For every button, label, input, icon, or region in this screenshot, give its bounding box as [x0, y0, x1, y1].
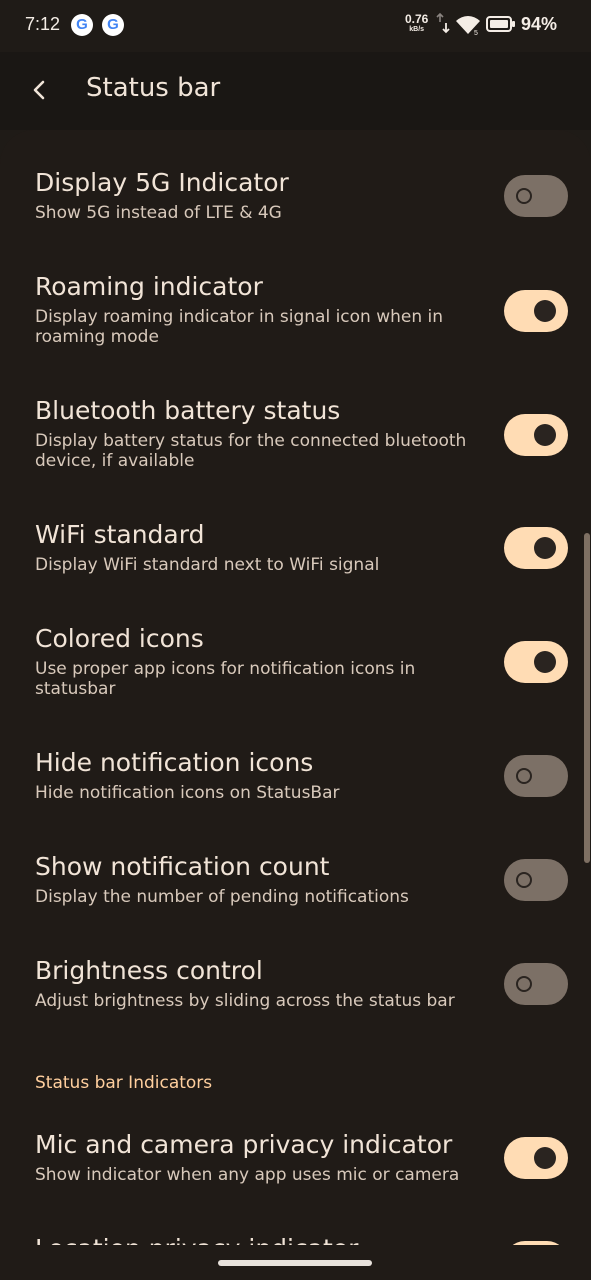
back-arrow-icon: [33, 80, 45, 100]
setting-mic-camera-privacy-indicator[interactable]: Mic and camera privacy indicator Show in…: [35, 1130, 591, 1200]
battery-icon: [486, 16, 515, 32]
setting-display-5g-indicator[interactable]: Display 5G Indicator Show 5G instead of …: [35, 168, 591, 238]
setting-title: WiFi standard: [35, 520, 205, 549]
wifi-standard-toggle[interactable]: [504, 527, 568, 569]
setting-title: Roaming indicator: [35, 272, 263, 301]
toggle-thumb: [534, 300, 556, 322]
hide-notification-icons-toggle[interactable]: [504, 755, 568, 797]
setting-title: Show notification count: [35, 852, 330, 881]
setting-roaming-indicator[interactable]: Roaming indicator Display roaming indica…: [35, 272, 591, 362]
brightness-control-toggle[interactable]: [504, 963, 568, 1005]
network-speed-value: 0.76: [405, 12, 429, 26]
setting-summary: Show indicator when any app uses mic or …: [35, 1165, 460, 1185]
setting-summary: Adjust brightness by sliding across the …: [35, 991, 455, 1011]
setting-summary: Display roaming indicator in signal icon…: [35, 307, 444, 347]
toggle-thumb: [534, 651, 556, 673]
toggle-thumb: [534, 537, 556, 559]
wifi-icon: 5: [456, 16, 480, 36]
colored-icons-toggle[interactable]: [504, 641, 568, 683]
mic-camera-privacy-toggle[interactable]: [504, 1137, 568, 1179]
display-5g-toggle[interactable]: [504, 175, 568, 217]
section-header-indicators: Status bar Indicators: [35, 1073, 213, 1093]
toggle-thumb: [534, 1147, 556, 1169]
setting-bluetooth-battery-status[interactable]: Bluetooth battery status Display battery…: [35, 396, 591, 486]
back-button[interactable]: [22, 72, 58, 108]
settings-list: Display 5G Indicator Show 5G instead of …: [0, 130, 591, 1280]
setting-title: Bluetooth battery status: [35, 396, 341, 425]
setting-summary: Use proper app icons for notification ic…: [35, 659, 416, 699]
toggle-thumb: [516, 188, 532, 204]
bluetooth-battery-toggle[interactable]: [504, 414, 568, 456]
setting-colored-icons[interactable]: Colored icons Use proper app icons for n…: [35, 624, 591, 714]
scrollbar[interactable]: [584, 533, 590, 863]
setting-brightness-control[interactable]: Brightness control Adjust brightness by …: [35, 956, 591, 1026]
setting-title: Hide notification icons: [35, 748, 314, 777]
setting-title: Mic and camera privacy indicator: [35, 1130, 453, 1159]
network-speed-unit: kB/s: [409, 26, 425, 33]
setting-title: Colored icons: [35, 624, 204, 653]
system-status-bar: 7:12 G G 0.76 kB/s 5 94%: [0, 0, 591, 52]
battery-percentage: 94%: [521, 14, 558, 34]
show-notification-count-toggle[interactable]: [504, 859, 568, 901]
google-notification-icon: G: [102, 14, 124, 36]
network-speed: 0.76 kB/s: [405, 13, 428, 33]
setting-summary: Display the number of pending notificati…: [35, 887, 409, 907]
toggle-thumb: [516, 768, 532, 784]
setting-wifi-standard[interactable]: WiFi standard Display WiFi standard next…: [35, 520, 591, 590]
svg-text:5: 5: [474, 30, 478, 36]
setting-summary: Show 5G instead of LTE & 4G: [35, 203, 282, 223]
setting-summary: Display WiFi standard next to WiFi signa…: [35, 555, 380, 575]
setting-summary: Hide notification icons on StatusBar: [35, 783, 340, 803]
toggle-thumb: [516, 976, 532, 992]
page-title: Status bar: [86, 73, 221, 103]
setting-title: Display 5G Indicator: [35, 168, 289, 197]
google-notification-icon: G: [71, 14, 93, 36]
setting-hide-notification-icons[interactable]: Hide notification icons Hide notificatio…: [35, 748, 591, 818]
gesture-navigation-bar[interactable]: [218, 1260, 372, 1266]
toggle-thumb: [534, 424, 556, 446]
setting-summary: Display battery status for the connected…: [35, 431, 467, 471]
setting-show-notification-count[interactable]: Show notification count Display the numb…: [35, 852, 591, 922]
roaming-indicator-toggle[interactable]: [504, 290, 568, 332]
setting-title: Brightness control: [35, 956, 263, 985]
app-bar: Status bar: [0, 52, 591, 130]
toggle-thumb: [516, 872, 532, 888]
clock: 7:12: [25, 14, 61, 34]
data-transfer-icon: [436, 12, 450, 34]
